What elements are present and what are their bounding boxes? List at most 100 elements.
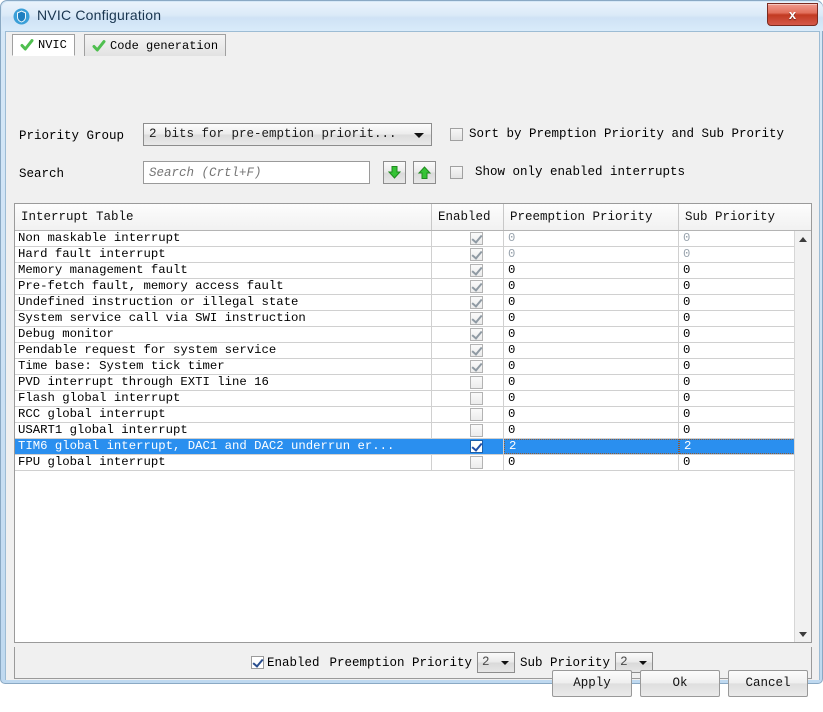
row-enabled-checkbox[interactable]: [470, 344, 483, 357]
table-row[interactable]: Debug monitor 0 0: [15, 327, 795, 343]
cell-enabled[interactable]: [432, 231, 504, 246]
search-next-button[interactable]: [383, 161, 406, 184]
cell-enabled[interactable]: [432, 423, 504, 438]
cell-enabled[interactable]: [432, 375, 504, 390]
cell-preemption-priority[interactable]: 0: [504, 359, 679, 374]
search-prev-button[interactable]: [413, 161, 436, 184]
sort-by-priority-checkbox[interactable]: Sort by Premption Priority and Sub Prori…: [450, 127, 784, 141]
cell-enabled[interactable]: [432, 439, 504, 454]
cell-interrupt-name: Non maskable interrupt: [15, 231, 432, 246]
table-scrollbar[interactable]: [794, 231, 811, 642]
row-enabled-checkbox[interactable]: [470, 376, 483, 389]
table-row[interactable]: USART1 global interrupt 0 0: [15, 423, 795, 439]
cell-enabled[interactable]: [432, 279, 504, 294]
row-enabled-checkbox[interactable]: [470, 248, 483, 261]
cell-sub-priority[interactable]: 2: [679, 439, 795, 454]
cell-sub-priority[interactable]: 0: [679, 455, 795, 470]
nvic-configuration-window: NVIC Configuration x NVIC Code generatio…: [0, 0, 823, 697]
cell-sub-priority[interactable]: 0: [679, 327, 795, 342]
dialog-client-area: NVIC Code generation Priority Group 2 bi…: [5, 31, 820, 697]
cell-sub-priority[interactable]: 0: [679, 359, 795, 374]
search-label: Search: [19, 167, 65, 181]
cell-preemption-priority[interactable]: 0: [504, 423, 679, 438]
cell-preemption-priority[interactable]: 0: [504, 263, 679, 278]
cell-sub-priority[interactable]: 0: [679, 263, 795, 278]
cell-enabled[interactable]: [432, 391, 504, 406]
row-enabled-checkbox[interactable]: [470, 232, 483, 245]
cell-preemption-priority[interactable]: 0: [504, 231, 679, 246]
cell-preemption-priority[interactable]: 0: [504, 375, 679, 390]
row-enabled-checkbox[interactable]: [470, 456, 483, 469]
priority-group-dropdown[interactable]: 2 bits for pre-emption priorit...: [143, 123, 432, 146]
cell-sub-priority[interactable]: 0: [679, 279, 795, 294]
row-enabled-checkbox[interactable]: [470, 440, 483, 453]
table-row[interactable]: FPU global interrupt 0 0: [15, 455, 795, 471]
title-bar: NVIC Configuration x: [2, 2, 823, 31]
cell-enabled[interactable]: [432, 359, 504, 374]
cell-enabled[interactable]: [432, 263, 504, 278]
row-enabled-checkbox[interactable]: [470, 408, 483, 421]
scrollbar-up-button[interactable]: [795, 231, 811, 247]
row-enabled-checkbox[interactable]: [470, 424, 483, 437]
cell-preemption-priority[interactable]: 0: [504, 455, 679, 470]
cell-sub-priority[interactable]: 0: [679, 295, 795, 310]
cell-preemption-priority[interactable]: 0: [504, 407, 679, 422]
cell-enabled[interactable]: [432, 407, 504, 422]
column-header-preemption-priority[interactable]: Preemption Priority: [504, 204, 679, 230]
cell-preemption-priority[interactable]: 0: [504, 279, 679, 294]
column-header-interrupt-table[interactable]: Interrupt Table: [15, 204, 432, 230]
table-row[interactable]: Pendable request for system service 0 0: [15, 343, 795, 359]
table-row[interactable]: Flash global interrupt 0 0: [15, 391, 795, 407]
table-row[interactable]: TIM6 global interrupt, DAC1 and DAC2 und…: [15, 439, 795, 455]
cell-sub-priority[interactable]: 0: [679, 231, 795, 246]
row-enabled-checkbox[interactable]: [470, 360, 483, 373]
row-enabled-checkbox[interactable]: [470, 280, 483, 293]
cell-sub-priority[interactable]: 0: [679, 423, 795, 438]
show-only-enabled-checkbox[interactable]: Show only enabled interrupts: [450, 165, 685, 179]
table-row[interactable]: Time base: System tick timer 0 0: [15, 359, 795, 375]
search-input[interactable]: [143, 161, 370, 184]
cell-preemption-priority[interactable]: 0: [504, 391, 679, 406]
cell-sub-priority[interactable]: 0: [679, 247, 795, 262]
table-row[interactable]: Memory management fault 0 0: [15, 263, 795, 279]
cell-preemption-priority[interactable]: 0: [504, 343, 679, 358]
table-row[interactable]: Hard fault interrupt 0 0: [15, 247, 795, 263]
table-row[interactable]: PVD interrupt through EXTI line 16 0 0: [15, 375, 795, 391]
cell-sub-priority[interactable]: 0: [679, 375, 795, 390]
cell-sub-priority[interactable]: 0: [679, 391, 795, 406]
table-row[interactable]: Non maskable interrupt 0 0: [15, 231, 795, 247]
cell-enabled[interactable]: [432, 247, 504, 262]
cell-sub-priority[interactable]: 0: [679, 311, 795, 326]
cell-sub-priority[interactable]: 0: [679, 343, 795, 358]
column-header-enabled[interactable]: Enabled: [432, 204, 504, 230]
tab-code-generation[interactable]: Code generation: [84, 34, 227, 56]
row-enabled-checkbox[interactable]: [470, 312, 483, 325]
table-row[interactable]: Undefined instruction or illegal state 0 0: [15, 295, 795, 311]
cell-interrupt-name: TIM6 global interrupt, DAC1 and DAC2 und…: [15, 439, 432, 454]
cell-sub-priority[interactable]: 0: [679, 407, 795, 422]
cell-interrupt-name: Undefined instruction or illegal state: [15, 295, 432, 310]
cell-preemption-priority[interactable]: 0: [504, 327, 679, 342]
cell-preemption-priority[interactable]: 0: [504, 247, 679, 262]
priority-group-value: 2 bits for pre-emption priorit...: [149, 127, 397, 141]
row-enabled-checkbox[interactable]: [470, 328, 483, 341]
tab-nvic[interactable]: NVIC: [12, 34, 75, 56]
row-enabled-checkbox[interactable]: [470, 392, 483, 405]
cell-preemption-priority[interactable]: 0: [504, 311, 679, 326]
cell-enabled[interactable]: [432, 343, 504, 358]
row-enabled-checkbox[interactable]: [470, 264, 483, 277]
cell-enabled[interactable]: [432, 295, 504, 310]
table-row[interactable]: RCC global interrupt 0 0: [15, 407, 795, 423]
cell-enabled[interactable]: [432, 311, 504, 326]
table-row[interactable]: System service call via SWI instruction 0…: [15, 311, 795, 327]
row-enabled-checkbox[interactable]: [470, 296, 483, 309]
close-button[interactable]: x: [767, 3, 818, 26]
cell-enabled[interactable]: [432, 455, 504, 470]
table-row[interactable]: Pre-fetch fault, memory access fault 0 0: [15, 279, 795, 295]
interrupt-table: Interrupt Table Enabled Preemption Prior…: [14, 203, 812, 643]
scrollbar-down-button[interactable]: [795, 626, 811, 642]
cell-preemption-priority[interactable]: 2: [504, 439, 679, 454]
cell-enabled[interactable]: [432, 327, 504, 342]
column-header-sub-priority[interactable]: Sub Priority: [679, 204, 795, 230]
cell-preemption-priority[interactable]: 0: [504, 295, 679, 310]
